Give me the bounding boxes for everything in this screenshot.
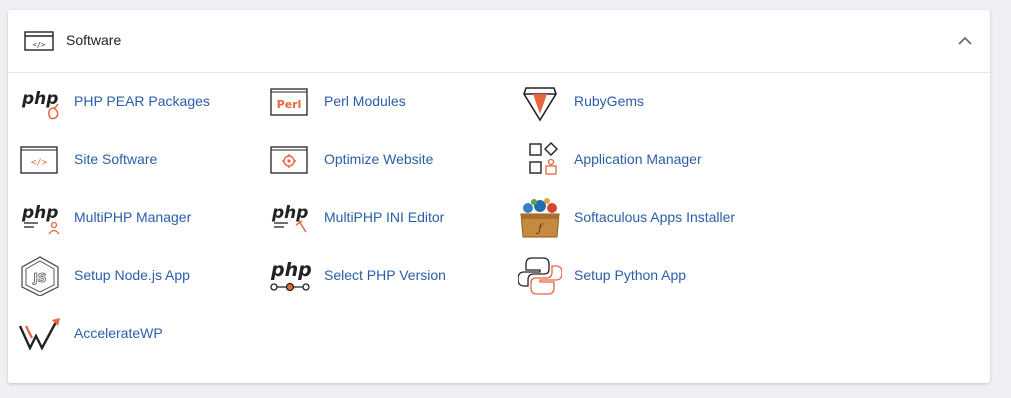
item-label: Perl Modules (324, 93, 406, 109)
php-pear-icon: php (18, 82, 62, 122)
nodejs-icon: JS (18, 256, 62, 297)
svg-text:</>: </> (33, 41, 46, 49)
python-icon (517, 256, 563, 296)
rubygems-icon (518, 82, 562, 122)
perl-icon-text: Perl (277, 98, 302, 111)
svg-text:</>: </> (31, 158, 48, 168)
section-title: Software (66, 32, 122, 48)
item-label: Application Manager (574, 151, 702, 167)
item-label: AccelerateWP (74, 325, 163, 341)
php-slider-icon: php (268, 256, 312, 296)
php-icon-text: php (21, 203, 58, 223)
acceleratewp-icon (18, 314, 62, 354)
item-label: Optimize Website (324, 151, 434, 167)
code-window-icon: </> (18, 140, 62, 180)
chevron-up-icon[interactable] (954, 32, 976, 50)
item-label: Select PHP Version (324, 267, 446, 283)
nodejs-icon-text: JS (32, 271, 46, 285)
php-user-icon: php (18, 198, 62, 238)
php-icon-text: php (271, 203, 308, 223)
item-label: MultiPHP INI Editor (324, 209, 445, 225)
app-shapes-icon (518, 140, 562, 180)
code-window-icon: </> (24, 30, 54, 52)
item-label: MultiPHP Manager (74, 209, 192, 225)
item-label: RubyGems (574, 93, 645, 109)
gear-window-icon (268, 140, 312, 180)
php-icon-text: php (21, 89, 58, 109)
php-edit-icon: php (268, 198, 312, 238)
softaculous-box-icon: ƒ (518, 198, 562, 238)
item-label: Setup Python App (574, 267, 687, 283)
item-label: PHP PEAR Packages (74, 93, 210, 109)
php-icon-text: php (270, 259, 312, 281)
panel-header[interactable]: </> Software (8, 10, 990, 73)
item-label: Site Software (74, 151, 158, 167)
perl-icon: Perl (268, 82, 312, 122)
item-label: Setup Node.js App (74, 267, 190, 283)
item-label: Softaculous Apps Installer (574, 209, 736, 225)
